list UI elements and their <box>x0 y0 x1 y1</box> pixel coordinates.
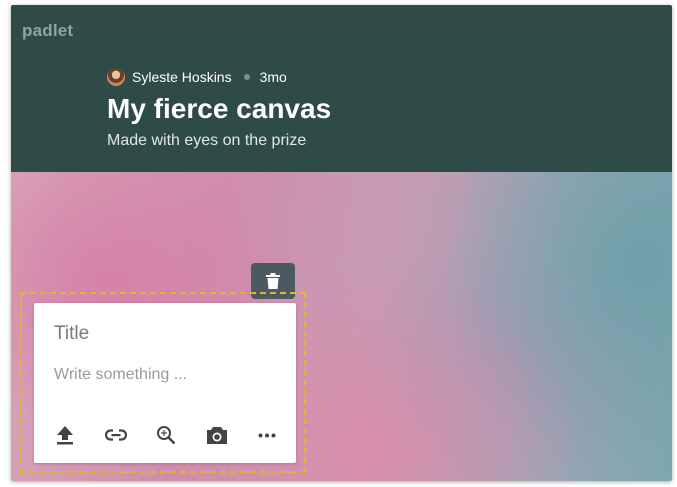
page-subtitle: Made with eyes on the prize <box>107 132 307 149</box>
author-name[interactable]: Syleste Hoskins <box>132 69 232 85</box>
more-options-button[interactable] <box>250 421 284 449</box>
padlet-header: padlet Syleste Hoskins 3mo My fierce can… <box>11 5 672 172</box>
attachment-toolbar <box>48 421 284 449</box>
image-search-button[interactable] <box>149 421 183 449</box>
upload-icon <box>57 426 73 445</box>
post-body-input[interactable] <box>54 366 274 384</box>
link-icon <box>104 429 127 441</box>
author-row: Syleste Hoskins 3mo <box>107 67 287 87</box>
post-title-input[interactable] <box>54 323 274 345</box>
image-search-icon <box>157 426 176 445</box>
trash-icon <box>266 273 280 289</box>
page-title: My fierce canvas <box>107 93 332 124</box>
link-button[interactable] <box>99 421 133 449</box>
separator-dot <box>243 74 250 80</box>
upload-button[interactable] <box>48 421 82 449</box>
post-age: 3mo <box>259 69 287 85</box>
avatar[interactable] <box>107 68 125 86</box>
more-icon <box>258 433 276 437</box>
camera-icon <box>206 426 227 444</box>
camera-button[interactable] <box>200 421 234 449</box>
post-composer-card <box>34 303 296 463</box>
padlet-logo[interactable]: padlet <box>22 21 73 41</box>
padlet-window: padlet Syleste Hoskins 3mo My fierce can… <box>11 5 672 481</box>
